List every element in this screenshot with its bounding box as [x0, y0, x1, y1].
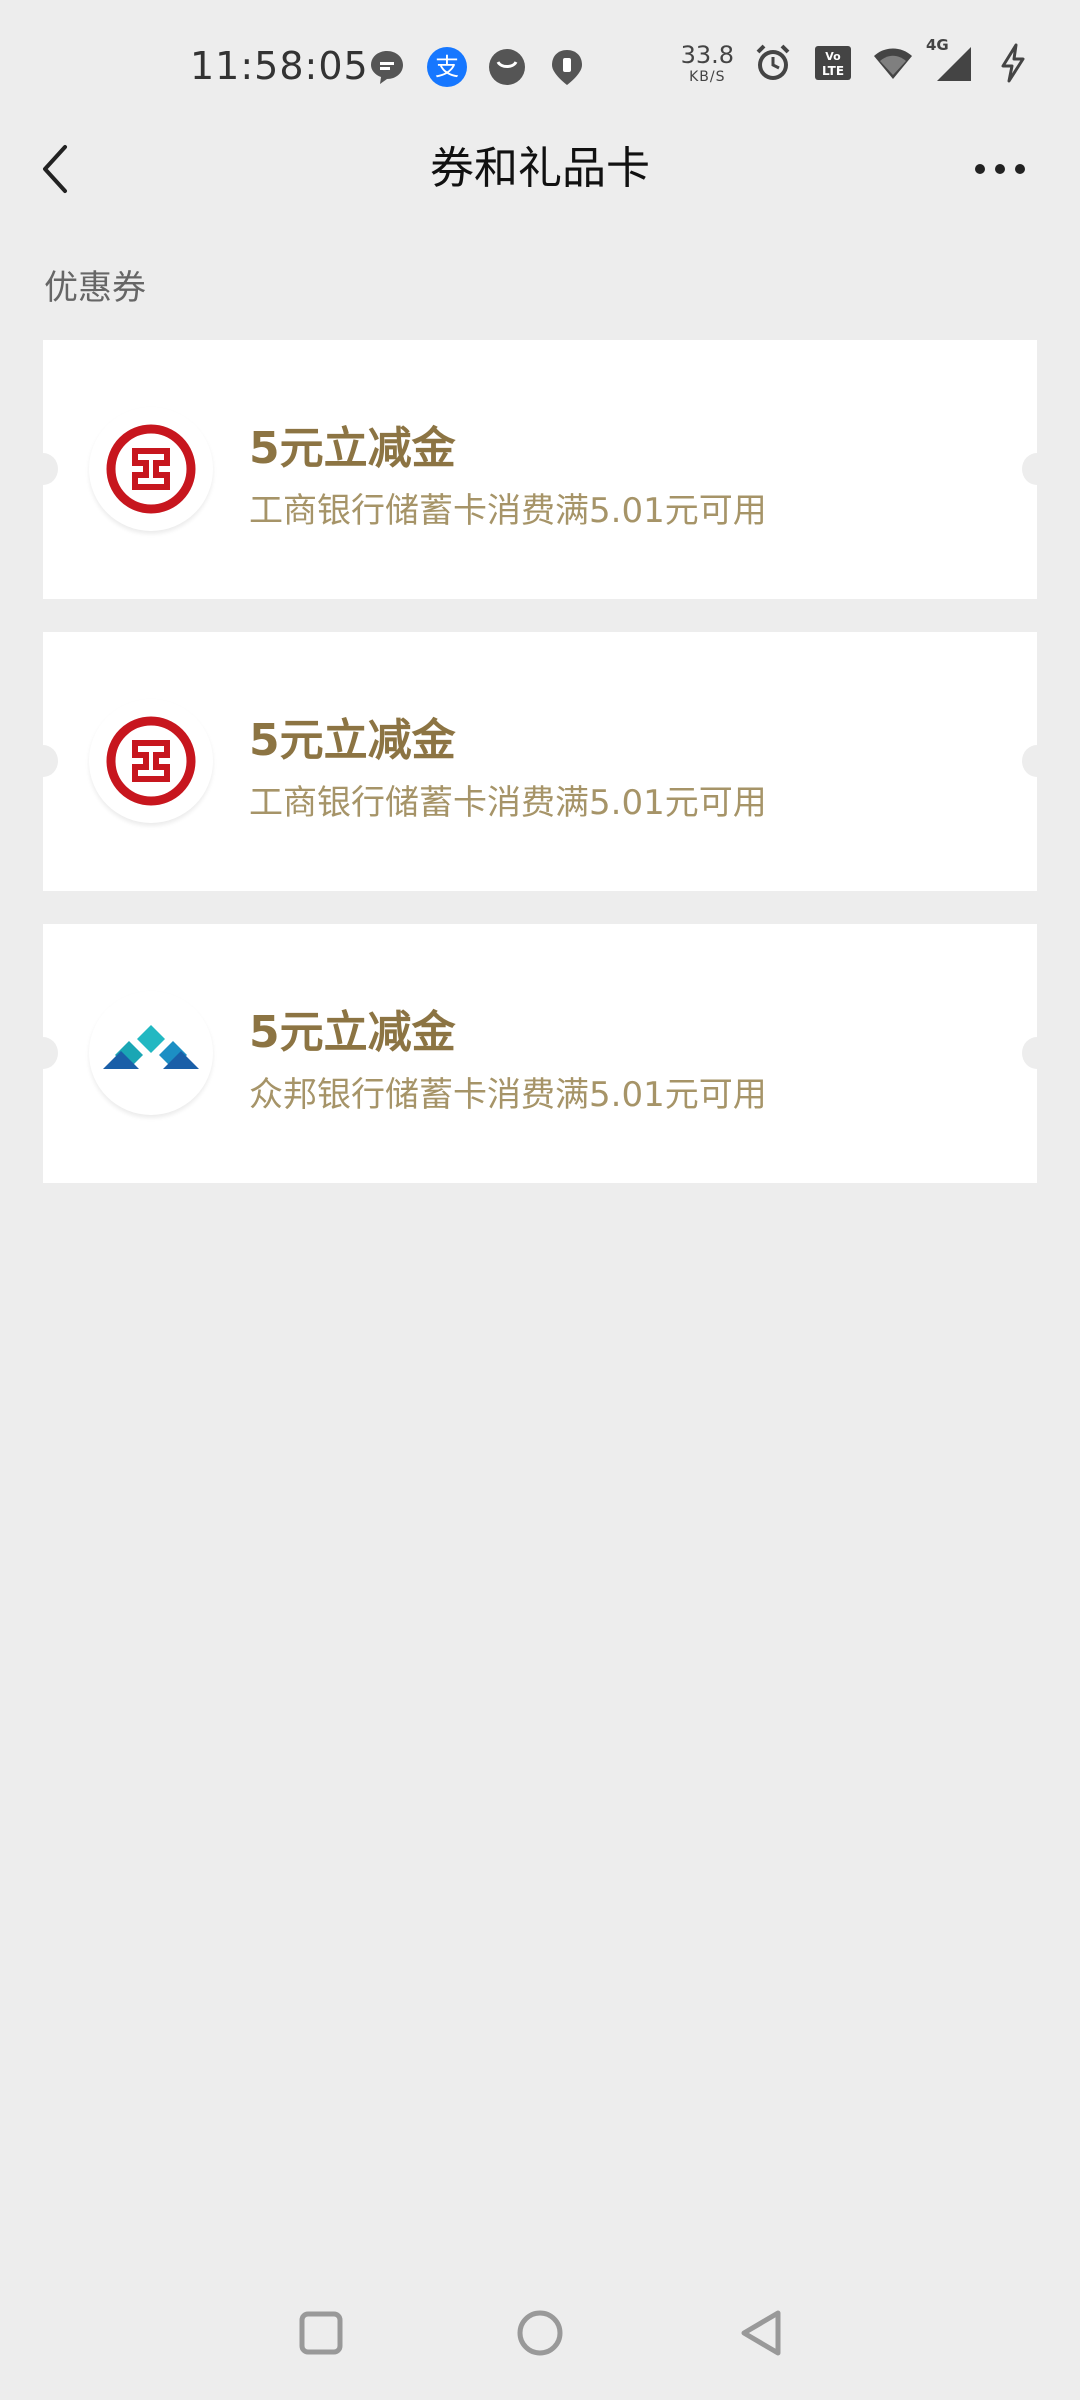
- coupon-title: 5元立减金: [249, 1007, 456, 1058]
- svg-text:Vo: Vo: [825, 50, 841, 63]
- more-button[interactable]: [970, 136, 1030, 202]
- net-speed-unit: KB/S: [689, 68, 726, 85]
- alarm-icon: [752, 42, 794, 84]
- card-notch-left: [28, 453, 58, 485]
- taobao-icon: [486, 46, 528, 88]
- home-button[interactable]: [505, 2298, 575, 2368]
- back-icon: [741, 2310, 781, 2356]
- status-right-icons: 33.8 KB/S Vo LTE 4G: [681, 36, 1034, 84]
- charging-icon: [992, 42, 1034, 84]
- status-bar: 11:58:05 支 33.8 KB/S Vo LTE 4G: [0, 0, 1080, 136]
- coupon-description: 众邦银行储蓄卡消费满5.01元可用: [249, 1075, 767, 1115]
- home-icon: [517, 2310, 563, 2356]
- coupon-description: 工商银行储蓄卡消费满5.01元可用: [249, 491, 767, 531]
- coupon-title: 5元立减金: [249, 423, 456, 474]
- section-label-coupons: 优惠券: [44, 268, 146, 308]
- icbc-logo: [89, 699, 213, 823]
- card-notch-left: [28, 1037, 58, 1069]
- icbc-logo: [89, 407, 213, 531]
- coupon-card[interactable]: 5元立减金 工商银行储蓄卡消费满5.01元可用: [28, 632, 1052, 891]
- coupon-list: 5元立减金 工商银行储蓄卡消费满5.01元可用 5元立减金 工商银行储蓄卡消费满…: [28, 340, 1052, 1216]
- coupon-description: 工商银行储蓄卡消费满5.01元可用: [249, 783, 767, 823]
- card-notch-right: [1022, 453, 1052, 485]
- volte-icon: Vo LTE: [812, 42, 854, 84]
- coupon-card[interactable]: 5元立减金 工商银行储蓄卡消费满5.01元可用: [28, 340, 1052, 599]
- nav-back-button[interactable]: [726, 2298, 796, 2368]
- coupon-card[interactable]: 5元立减金 众邦银行储蓄卡消费满5.01元可用: [28, 924, 1052, 1183]
- net-speed: 33.8 KB/S: [681, 43, 734, 84]
- net-speed-value: 33.8: [680, 40, 734, 69]
- svg-text:支: 支: [435, 53, 459, 81]
- alipay-icon: 支: [426, 46, 468, 88]
- card-notch-right: [1022, 1037, 1052, 1069]
- card-notch-left: [28, 745, 58, 777]
- zhongbang-logo: [89, 991, 213, 1115]
- network-type: 4G: [926, 36, 949, 54]
- more-dots-icon: [975, 164, 1025, 174]
- page-title: 券和礼品卡: [430, 143, 650, 194]
- coupon-title: 5元立减金: [249, 715, 456, 766]
- system-nav-bar: [0, 2270, 1080, 2400]
- status-app-icons: 支: [366, 46, 588, 88]
- status-time: 11:58:05: [190, 44, 369, 88]
- signal-icon: 4G: [926, 36, 974, 84]
- app-header: 券和礼品卡: [0, 136, 1080, 202]
- svg-text:LTE: LTE: [822, 64, 844, 78]
- card-notch-right: [1022, 745, 1052, 777]
- location-icon: [546, 46, 588, 88]
- message-icon: [366, 46, 408, 88]
- wifi-icon: [872, 42, 914, 84]
- recent-apps-button[interactable]: [286, 2298, 356, 2368]
- recent-apps-icon: [299, 2311, 343, 2355]
